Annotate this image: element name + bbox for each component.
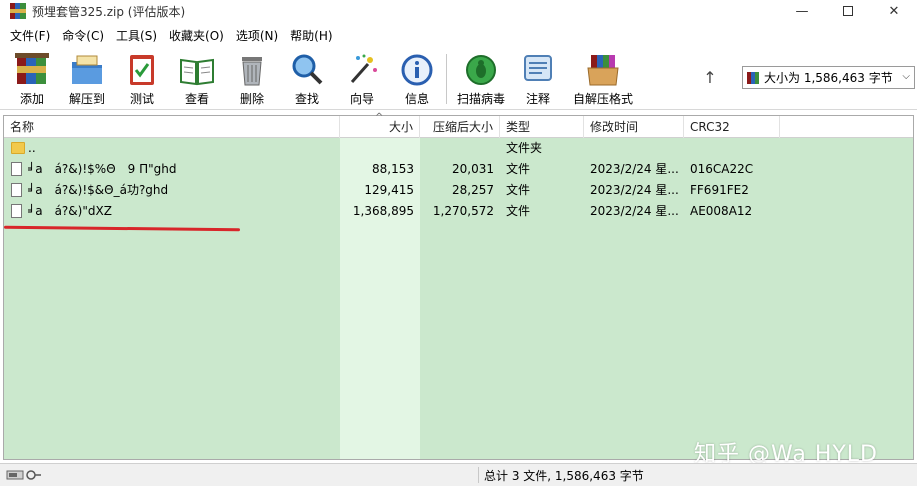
delete-trash-icon (242, 57, 262, 86)
view-button[interactable]: 查看 (169, 48, 225, 108)
column-header-name[interactable]: 名称 (4, 116, 340, 138)
archive-size-text: 大小为 1,586,463 字节 (764, 71, 893, 85)
menu-favorites[interactable]: 收藏夹(O) (163, 27, 230, 44)
info-button[interactable]: 信息 (389, 48, 445, 108)
list-item[interactable]: ╛a á?&)!$%Θ 9 Π"ghd 88,153 20,031 文件 202… (4, 159, 913, 180)
find-button[interactable]: 查找 (279, 48, 335, 108)
info-icon (401, 54, 433, 86)
item-packed-size: 28,257 (452, 183, 494, 197)
comment-button[interactable]: 注释 (510, 48, 566, 108)
extract-to-button[interactable]: 解压到 (59, 48, 115, 108)
wizard-button[interactable]: 向导 (334, 48, 390, 108)
virus-scan-button[interactable]: 扫描病毒 (453, 48, 509, 108)
menu-bar: 文件(F) 命令(C) 工具(S) 收藏夹(O) 选项(N) 帮助(H) (0, 25, 339, 45)
file-icon (11, 204, 22, 218)
find-magnifier-icon (292, 54, 323, 85)
folder-icon (11, 142, 25, 154)
window-title: 预埋套管325.zip (评估版本) (32, 4, 186, 19)
sort-ascending-icon: ^ (375, 112, 384, 123)
menu-options[interactable]: 选项(N) (230, 27, 284, 44)
column-header-type[interactable]: 类型 (500, 116, 584, 138)
item-modified: 2023/2/24 星... (590, 183, 679, 197)
item-crc: AE008A12 (690, 204, 753, 218)
item-name: ╛a á?&)!$&Θ_á功?ghd (28, 183, 169, 197)
menu-help[interactable]: 帮助(H) (284, 27, 338, 44)
delete-button[interactable]: 删除 (224, 48, 280, 108)
up-folder-arrow-icon[interactable]: ↑ (700, 68, 720, 88)
comment-icon (524, 55, 552, 81)
test-archive-icon (130, 55, 154, 85)
chevron-down-icon: ⌵ (902, 71, 910, 82)
item-name: ╛a á?&)!$%Θ 9 Π"ghd (28, 162, 177, 176)
column-header-crc[interactable]: CRC32 (684, 116, 780, 138)
minimize-icon: — (795, 3, 809, 19)
file-icon (11, 183, 22, 197)
column-header-modified[interactable]: 修改时间 (584, 116, 684, 138)
column-header-packed[interactable]: 压缩后大小 (420, 116, 500, 138)
file-list: 名称 大小 ^ 压缩后大小 类型 修改时间 CRC32 .. 文件夹 ╛a á?… (3, 112, 914, 460)
maximize-button[interactable] (825, 0, 871, 22)
item-name: .. (28, 141, 36, 155)
list-item-parent[interactable]: .. 文件夹 (4, 138, 913, 159)
item-size: 1,368,895 (352, 204, 414, 218)
test-button[interactable]: 测试 (114, 48, 170, 108)
add-button[interactable]: 添加 (4, 48, 60, 108)
menu-tools[interactable]: 工具(S) (110, 27, 163, 44)
list-header: 名称 大小 ^ 压缩后大小 类型 修改时间 CRC32 (4, 112, 913, 138)
status-summary: 总计 3 文件, 1,586,463 字节 (484, 469, 644, 483)
minimize-button[interactable]: — (779, 0, 825, 22)
archive-size-dropdown[interactable]: 大小为 1,586,463 字节 ⌵ (742, 66, 915, 89)
item-crc: 016CA22C (690, 162, 754, 176)
drive-key-icon[interactable] (6, 469, 42, 481)
extract-to-icon (72, 55, 102, 84)
menu-file[interactable]: 文件(F) (4, 27, 56, 44)
view-book-icon (180, 58, 214, 86)
maximize-icon (843, 6, 853, 16)
sfx-button[interactable]: 自解压格式 (572, 48, 634, 108)
item-type: 文件夹 (506, 141, 543, 155)
wizard-wand-icon (350, 54, 377, 83)
virus-scan-icon (466, 55, 496, 85)
status-bar: 总计 3 文件, 1,586,463 字节 (0, 463, 917, 486)
item-size: 88,153 (372, 162, 414, 176)
item-name: ╛a á?&)"dXZ (28, 204, 112, 218)
file-icon (11, 162, 22, 176)
sfx-box-icon (587, 55, 619, 86)
winrar-app-icon (10, 3, 26, 19)
item-modified: 2023/2/24 星... (590, 204, 679, 218)
status-divider (478, 467, 479, 483)
close-button[interactable]: ✕ (871, 0, 917, 22)
list-item[interactable]: ╛a á?&)"dXZ 1,368,895 1,270,572 文件 2023/… (4, 201, 913, 222)
item-size: 129,415 (364, 183, 414, 197)
menu-commands[interactable]: 命令(C) (56, 27, 110, 44)
item-packed-size: 1,270,572 (432, 204, 494, 218)
close-icon: ✕ (888, 3, 900, 19)
item-crc: FF691FE2 (690, 183, 749, 197)
add-archive-icon (15, 53, 49, 84)
toolbar-separator (446, 54, 447, 104)
title-bar: 预埋套管325.zip (评估版本) — ✕ (0, 0, 917, 22)
item-type: 文件 (506, 204, 531, 218)
item-packed-size: 20,031 (452, 162, 494, 176)
item-type: 文件 (506, 162, 531, 176)
item-type: 文件 (506, 183, 531, 197)
archive-mini-icon (747, 71, 761, 84)
list-item[interactable]: ╛a á?&)!$&Θ_á功?ghd 129,415 28,257 文件 202… (4, 180, 913, 201)
item-modified: 2023/2/24 星... (590, 162, 679, 176)
